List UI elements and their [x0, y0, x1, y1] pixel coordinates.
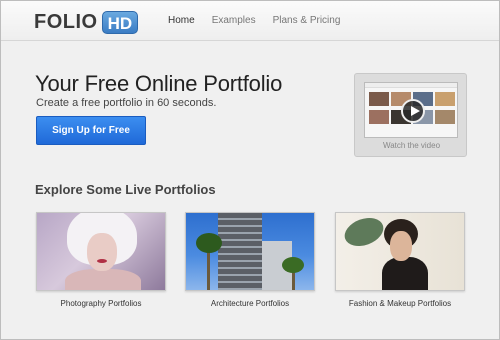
nav-plans-pricing[interactable]: Plans & Pricing: [273, 15, 341, 26]
main-nav: Home Examples Plans & Pricing: [168, 15, 357, 26]
photo-face: [87, 233, 117, 271]
photography-image[interactable]: [36, 212, 166, 291]
architecture-image[interactable]: [185, 212, 315, 291]
fashion-image[interactable]: [335, 212, 465, 291]
portfolio-card-photography[interactable]: Photography Portfolios: [36, 212, 166, 308]
portfolio-card-architecture[interactable]: Architecture Portfolios: [185, 212, 315, 308]
logo[interactable]: FOLIO HD: [34, 10, 139, 34]
photo-lips: [97, 259, 107, 263]
thumbnail-tile: [369, 92, 389, 106]
photo-palm-leaves: [196, 233, 222, 253]
page: FOLIO HD Home Examples Plans & Pricing Y…: [0, 0, 500, 340]
thumbnail-tile: [369, 110, 389, 124]
video-panel[interactable]: Watch the video: [354, 73, 467, 157]
thumbnail-tile: [435, 92, 455, 106]
photo-palm-trunk: [207, 249, 210, 290]
card-caption[interactable]: Architecture Portfolios: [185, 299, 315, 308]
logo-badge: HD: [101, 10, 139, 34]
nav-examples[interactable]: Examples: [212, 15, 256, 26]
card-caption[interactable]: Fashion & Makeup Portfolios: [335, 299, 465, 308]
photo-face: [390, 231, 412, 261]
play-icon[interactable]: [401, 99, 425, 123]
card-caption[interactable]: Photography Portfolios: [36, 299, 166, 308]
video-thumbnail[interactable]: [364, 82, 458, 138]
photo-building: [218, 213, 262, 290]
logo-text: FOLIO: [34, 10, 98, 33]
portfolio-card-fashion[interactable]: Fashion & Makeup Portfolios: [335, 212, 465, 308]
video-thumbnail-bar: [365, 83, 457, 88]
video-caption[interactable]: Watch the video: [355, 141, 468, 150]
sign-up-button[interactable]: Sign Up for Free: [36, 116, 146, 145]
photo-feather: [340, 213, 388, 252]
hero-subtitle: Create a free portfolio in 60 seconds.: [36, 97, 217, 109]
nav-home[interactable]: Home: [168, 15, 195, 26]
photo-palm-leaves: [282, 257, 304, 273]
header: FOLIO HD Home Examples Plans & Pricing: [1, 1, 499, 41]
thumbnail-tile: [435, 110, 455, 124]
photo-body: [382, 257, 428, 290]
photo-shoulder: [65, 269, 141, 290]
hero-title: Your Free Online Portfolio: [35, 71, 283, 96]
explore-title: Explore Some Live Portfolios: [35, 182, 216, 197]
